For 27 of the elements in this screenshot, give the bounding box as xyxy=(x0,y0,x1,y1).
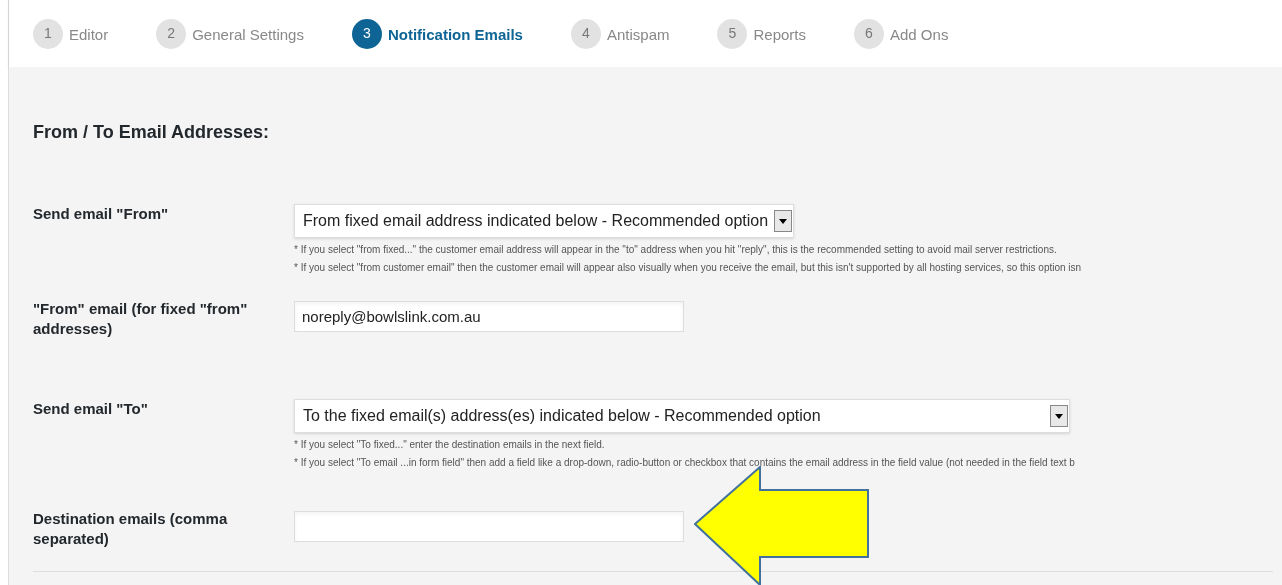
step-tab[interactable]: 5 Reports xyxy=(717,18,806,49)
step-tab[interactable]: 2 General Settings xyxy=(156,18,304,49)
input-field[interactable]: noreply@bowlslink.com.au xyxy=(294,301,684,332)
input-field[interactable] xyxy=(294,511,684,542)
step-number: 1 xyxy=(33,18,63,49)
step-number: 5 xyxy=(717,18,748,49)
step-number: 4 xyxy=(570,18,601,49)
field-label: "From" email (for fixed "from" addresses) xyxy=(33,299,249,339)
step-number: 2 xyxy=(156,18,187,49)
field-label: Send email "From" xyxy=(33,204,170,224)
hint-text: * If you select "from fixed..." the customer email address will appear in the "to" address when you hit "reply", this is the recommended setting to avoid mail server restrictions. xyxy=(294,243,1058,257)
field-label: Send email "To" xyxy=(33,399,149,419)
hint-text: * If you select "To email ...in form field" then add a field like a drop-down, radio-button or checkbox that contains the email address in the field value (not needed in the field text b xyxy=(294,456,1075,470)
caret-icon xyxy=(1050,405,1068,427)
dropdown[interactable]: From fixed email address indicated below - Recommended option xyxy=(294,204,795,238)
section-title: From / To Email Addresses: xyxy=(33,121,271,144)
caret-icon xyxy=(774,210,793,232)
step-tab[interactable]: 4 Antispam xyxy=(570,18,670,49)
step-tab[interactable]: 3 Notification Emails xyxy=(351,18,523,49)
field-label: Destination emails (comma separated) xyxy=(33,509,229,549)
step-number: 6 xyxy=(854,18,884,49)
step-tab[interactable]: 1 Editor xyxy=(33,18,109,49)
step-number: 3 xyxy=(351,18,382,49)
hint-text: * If you select "To fixed..." enter the destination emails in the next field. xyxy=(294,438,606,452)
hint-text: * If you select "from customer email" then the customer email will appear also visually when you receive the email, but this isn't supported by all hosting services, so this option isn xyxy=(294,261,1082,275)
step-tab[interactable]: 6 Add Ons xyxy=(854,18,949,49)
dropdown[interactable]: To the fixed email(s) address(es) indicated below - Recommended option xyxy=(294,399,1070,433)
